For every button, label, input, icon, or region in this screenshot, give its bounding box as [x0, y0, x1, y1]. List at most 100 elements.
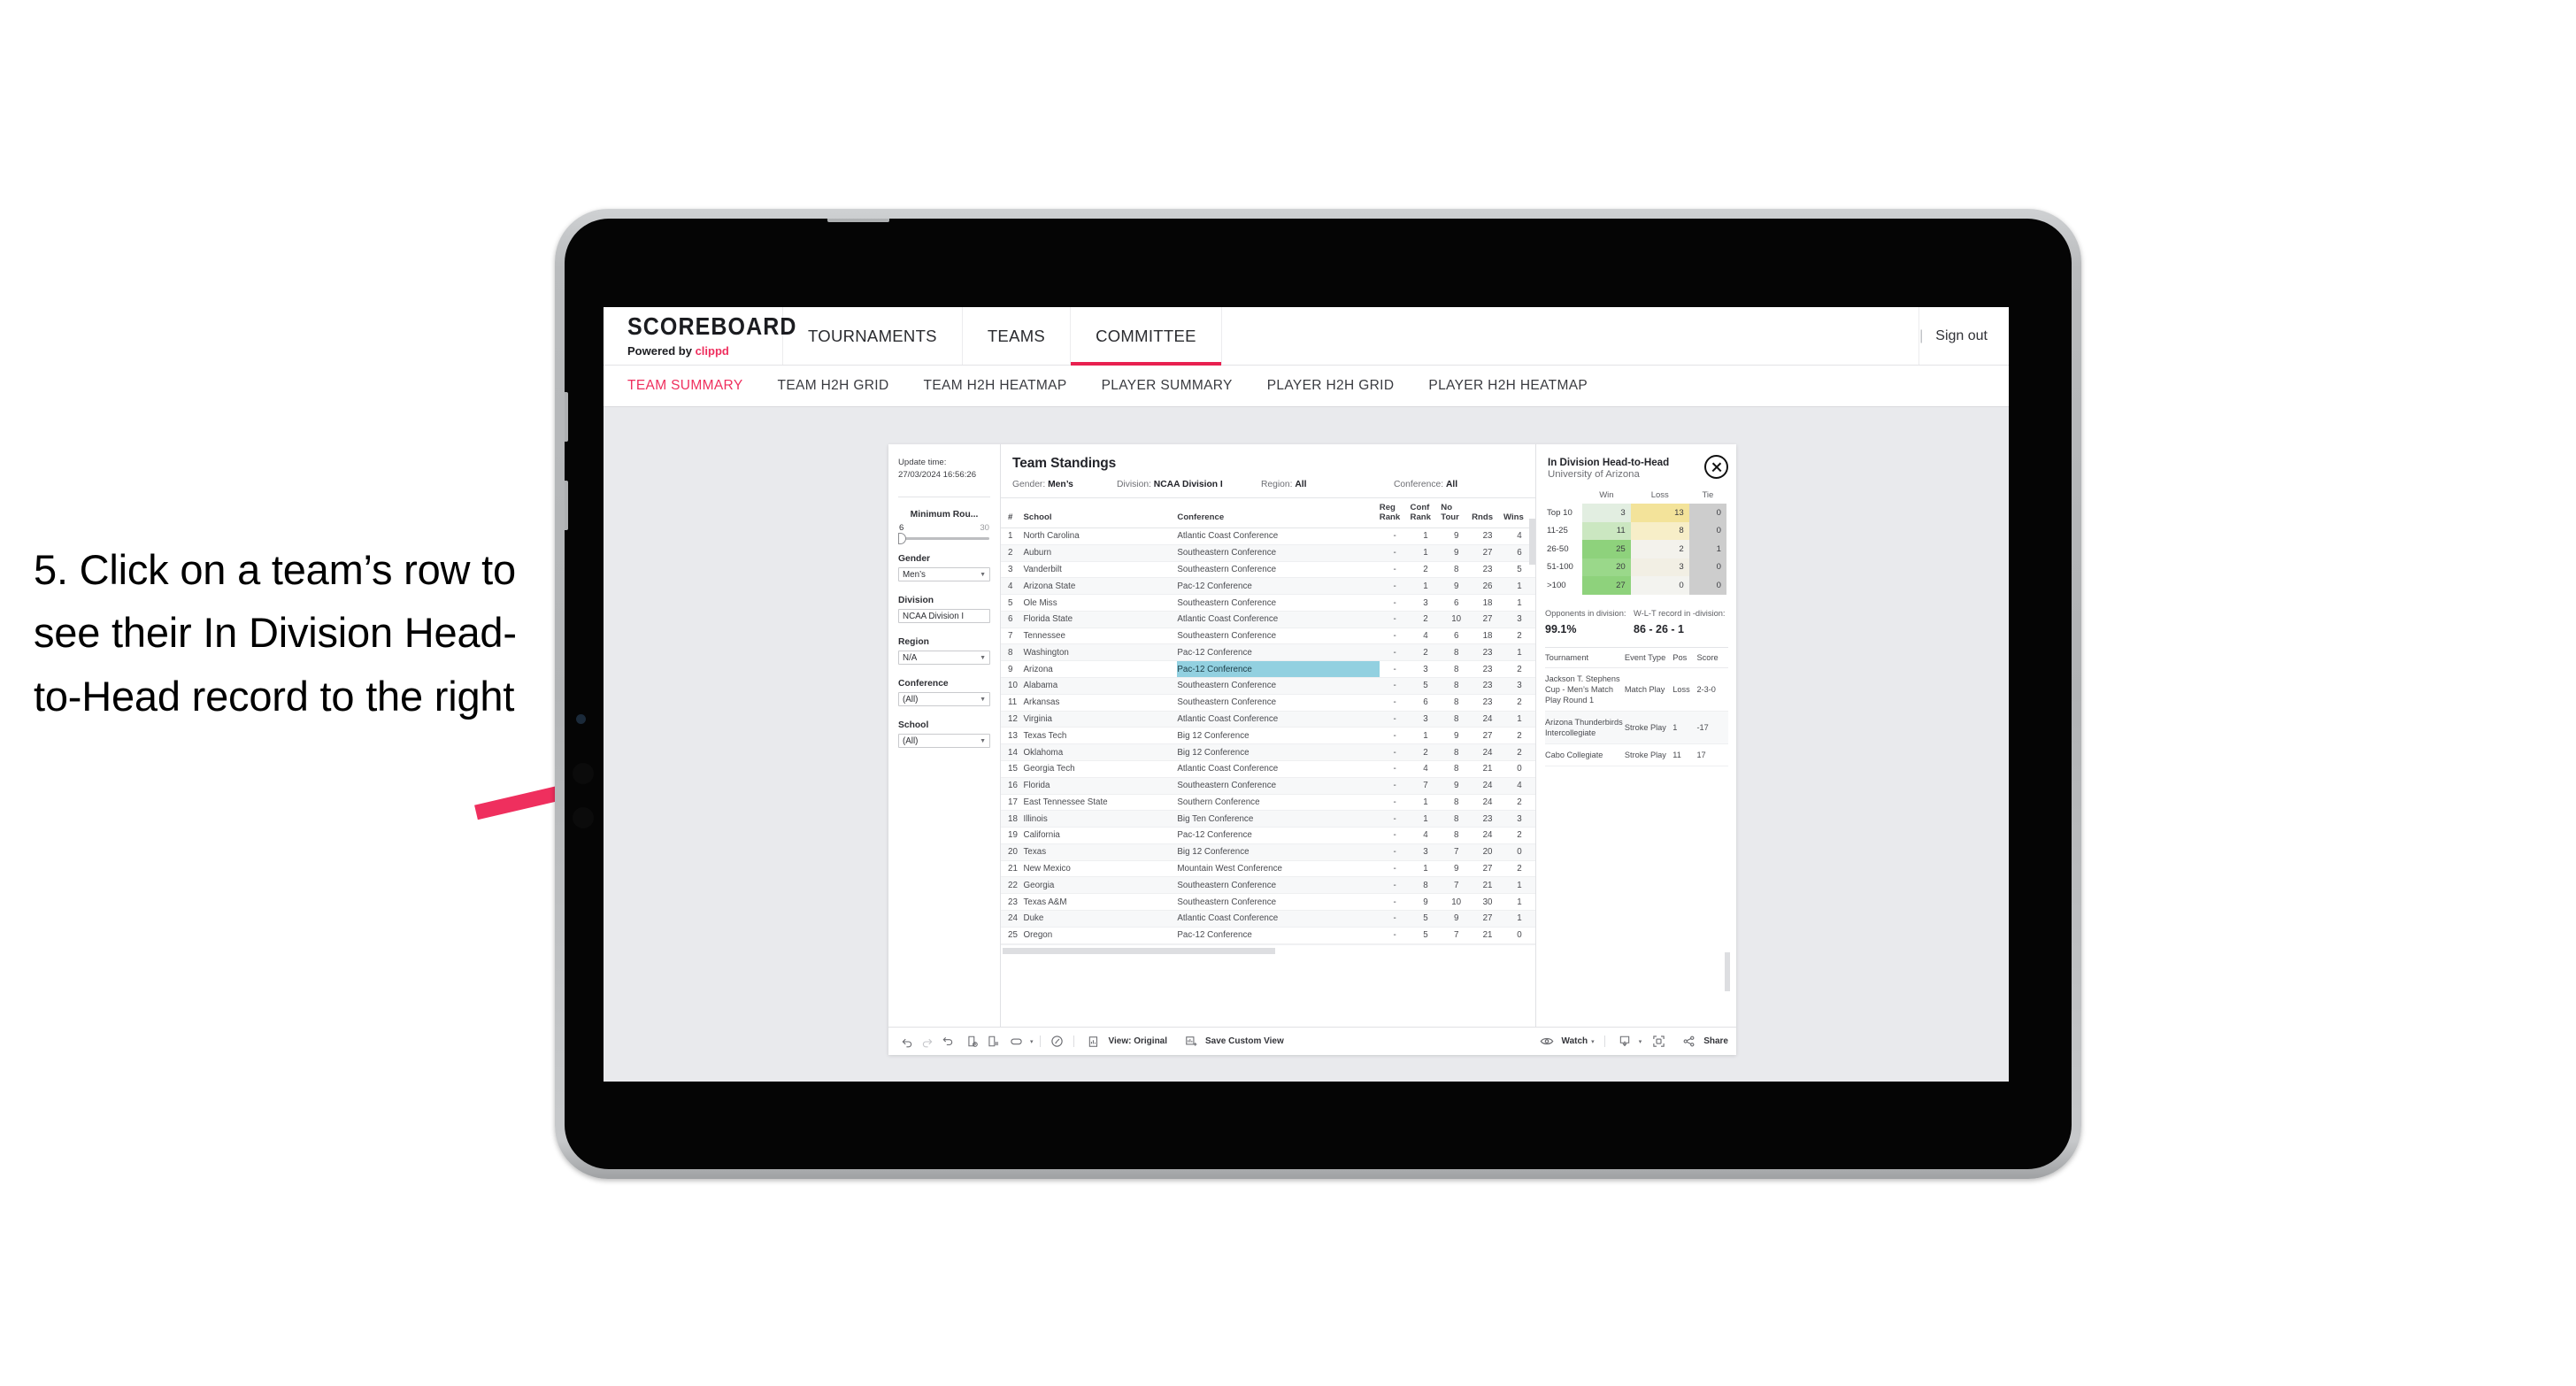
cell-conference: Southeastern Conference — [1177, 628, 1380, 645]
table-row[interactable]: 19 California Pac-12 Conference -4 8 24 2 — [1001, 827, 1535, 844]
cell-no-tour: 9 — [1441, 727, 1473, 745]
download-button[interactable]: ▾ — [1615, 1032, 1642, 1051]
tab-team-h2h-grid[interactable]: TEAM H2H GRID — [778, 378, 889, 394]
table-row[interactable]: 23 Texas A&M Southeastern Conference -9 10 30… — [1001, 893, 1535, 911]
table-row[interactable]: 12 Virginia Atlantic Coast Conference -3 8 24… — [1001, 711, 1535, 728]
watch-button[interactable]: Watch ▾ — [1537, 1032, 1595, 1051]
save-custom-view-button[interactable]: Save Custom View — [1180, 1032, 1284, 1051]
tab-player-h2h-heatmap[interactable]: PLAYER H2H HEATMAP — [1428, 378, 1588, 394]
cell-school: Texas A&M — [1023, 893, 1178, 911]
event-row[interactable]: Jackson T. Stephens Cup - Men’s Match Pl… — [1545, 667, 1728, 712]
cell-conference: Atlantic Coast Conference — [1177, 760, 1380, 778]
table-row[interactable]: 9 Arizona Pac-12 Conference -3 8 23 2 — [1001, 660, 1535, 679]
cell-no-tour: 10 — [1441, 893, 1473, 911]
table-row[interactable]: 22 Georgia Southeastern Conference -8 7 21 1 — [1001, 876, 1535, 895]
cell-conference: Southeastern Conference — [1177, 677, 1380, 695]
table-row[interactable]: 10 Alabama Southeastern Conference -5 8 23 3 — [1001, 677, 1535, 695]
share-button[interactable]: Share — [1679, 1032, 1728, 1051]
tab-player-h2h-grid[interactable]: PLAYER H2H GRID — [1267, 378, 1395, 394]
stat-opponents-value: 99.1% — [1545, 622, 1577, 635]
table-row[interactable]: 16 Florida Southeastern Conference -7 9 24 4 — [1001, 777, 1535, 795]
table-row[interactable]: 6 Florida State Atlantic Coast Conference -… — [1001, 611, 1535, 628]
shape-tool[interactable]: ▾ — [1006, 1032, 1034, 1051]
cell-rnds: 20 — [1472, 843, 1503, 861]
cell-wins: 0 — [1503, 760, 1535, 778]
events-vertical-scrollbar[interactable] — [1725, 952, 1730, 991]
view-original-button[interactable]: View: Original — [1084, 1032, 1167, 1051]
standings-horizontal-scrollbar[interactable] — [1003, 947, 1275, 954]
division-select[interactable]: NCAA Division I — [898, 609, 990, 624]
table-row[interactable]: 11 Arkansas Southeastern Conference -6 8 23 2 — [1001, 694, 1535, 712]
table-row[interactable]: 25 Oregon Pac-12 Conference -5 7 21 0 — [1001, 927, 1535, 944]
h2h-header-row: Win Loss Tie — [1545, 490, 1726, 504]
table-row[interactable]: 5 Ole Miss Southeastern Conference -3 6 18 1 — [1001, 594, 1535, 612]
event-row[interactable]: Arizona Thunderbirds Intercollegiate Stro… — [1545, 711, 1728, 745]
school-select[interactable]: (All) ▼ — [898, 734, 990, 749]
toolbar-divider-1 — [1039, 1036, 1041, 1047]
h2h-row: 51-100 20 3 0 — [1545, 558, 1726, 576]
table-row[interactable]: 17 East Tennessee State Southern Conferenc… — [1001, 794, 1535, 812]
table-row[interactable]: 1 North Carolina Atlantic Coast Conference… — [1001, 527, 1535, 545]
pause-updates-icon[interactable] — [982, 1032, 1003, 1051]
cell-reg-rank: - — [1379, 544, 1411, 562]
cell-rank: 13 — [1001, 727, 1024, 745]
region-select[interactable]: N/A ▼ — [898, 651, 990, 666]
pace-icon[interactable] — [1047, 1032, 1067, 1051]
h2h-loss-cell: 3 — [1630, 558, 1689, 576]
cell-rank: 17 — [1001, 794, 1024, 812]
refresh-data-icon[interactable] — [962, 1032, 982, 1051]
tab-team-h2h-heatmap[interactable]: TEAM H2H HEATMAP — [924, 378, 1067, 394]
nav-item-committee[interactable]: COMMITTEE — [1071, 307, 1222, 366]
toolbar-divider-3 — [1603, 1036, 1605, 1047]
tab-team-summary[interactable]: TEAM SUMMARY — [627, 378, 743, 394]
cell-rank: 18 — [1001, 810, 1024, 828]
tab-player-summary[interactable]: PLAYER SUMMARY — [1102, 378, 1233, 394]
table-row[interactable]: 13 Texas Tech Big 12 Conference -1 9 27 2 — [1001, 727, 1535, 745]
cell-rank: 22 — [1001, 876, 1024, 895]
close-icon[interactable] — [1704, 455, 1728, 479]
h2h-win-cell: 20 — [1582, 558, 1631, 576]
undo-icon[interactable] — [896, 1032, 917, 1051]
table-row[interactable]: 8 Washington Pac-12 Conference -2 8 23 1 — [1001, 643, 1535, 662]
h2h-band-label: 26-50 — [1545, 540, 1582, 558]
cell-conference: Atlantic Coast Conference — [1177, 527, 1380, 545]
cell-event-type: Stroke Play — [1624, 711, 1673, 745]
fullscreen-icon[interactable] — [1649, 1032, 1669, 1051]
gender-select[interactable]: Men’s ▼ — [898, 567, 990, 582]
standings-vertical-scrollbar[interactable] — [1529, 519, 1535, 565]
cell-conference: Big Ten Conference — [1177, 810, 1380, 828]
cell-rnds: 24 — [1472, 794, 1503, 812]
cell-conf-rank: 1 — [1410, 860, 1442, 878]
update-time-label: Update time: — [898, 458, 947, 467]
min-rounds-slider-handle[interactable] — [898, 532, 906, 544]
cell-rank: 8 — [1001, 643, 1024, 662]
filter-min-rounds: Minimum Rou... 6 30 — [898, 510, 990, 544]
table-row[interactable]: 24 Duke Atlantic Coast Conference -5 9 27 1 — [1001, 910, 1535, 928]
sign-out-link[interactable]: Sign out — [1935, 328, 1988, 344]
h2h-row: 26-50 25 2 1 — [1545, 540, 1726, 558]
cell-reg-rank: - — [1379, 860, 1411, 878]
cell-conf-rank: 4 — [1410, 628, 1442, 645]
table-row[interactable]: 7 Tennessee Southeastern Conference -4 6 18 2 — [1001, 628, 1535, 645]
table-row[interactable]: 18 Illinois Big Ten Conference -1 8 23 3 — [1001, 810, 1535, 828]
cell-school: Oregon — [1023, 927, 1178, 944]
col-tournament: Tournament — [1545, 646, 1625, 668]
table-row[interactable]: 3 Vanderbilt Southeastern Conference -2 8 23 5 — [1001, 561, 1535, 579]
table-row[interactable]: 4 Arizona State Pac-12 Conference -1 9 26 1 — [1001, 577, 1535, 596]
table-row[interactable]: 14 Oklahoma Big 12 Conference -2 8 24 2 — [1001, 743, 1535, 761]
cell-conference: Southeastern Conference — [1177, 893, 1380, 911]
cell-no-tour: 9 — [1441, 577, 1473, 596]
min-rounds-slider[interactable] — [898, 532, 989, 544]
redo-icon[interactable] — [917, 1032, 937, 1051]
conference-label: Conference — [898, 679, 949, 689]
table-row[interactable]: 20 Texas Big 12 Conference -3 7 20 0 — [1001, 843, 1535, 861]
nav-item-teams[interactable]: TEAMS — [963, 307, 1072, 365]
table-row[interactable]: 15 Georgia Tech Atlantic Coast Conference -… — [1001, 760, 1535, 778]
nav-item-tournaments[interactable]: TOURNAMENTS — [783, 307, 963, 365]
conference-select[interactable]: (All) ▼ — [898, 692, 990, 707]
cell-rank: 12 — [1001, 711, 1024, 728]
revert-icon[interactable] — [937, 1032, 957, 1051]
table-row[interactable]: 21 New Mexico Mountain West Conference -1 9 2… — [1001, 860, 1535, 878]
event-row[interactable]: Cabo Collegiate Stroke Play 11 17 — [1545, 743, 1728, 767]
table-row[interactable]: 2 Auburn Southeastern Conference -1 9 27 6 — [1001, 544, 1535, 562]
